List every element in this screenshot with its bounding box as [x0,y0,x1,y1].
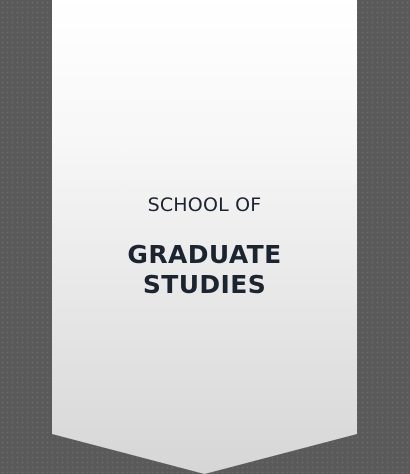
banner-headline-line2: STUDIES [142,270,267,299]
page-background: { "banner": { "eyebrow": "SCHOOL OF", "h… [0,0,410,474]
banner-eyebrow: SCHOOL OF [147,194,262,216]
school-banner[interactable]: SCHOOL OF GRADUATE STUDIES [52,0,357,474]
banner-headline-line1: GRADUATE [127,240,282,269]
